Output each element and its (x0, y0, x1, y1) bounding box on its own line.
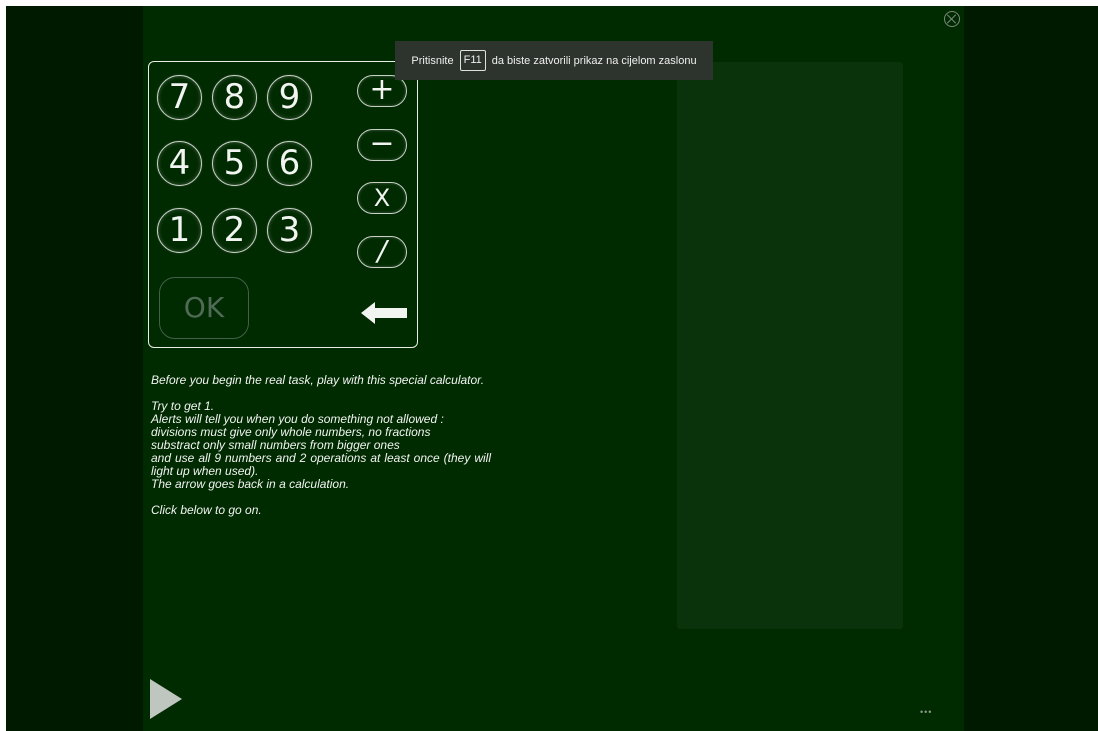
notice-prefix: Pritisnite (411, 54, 454, 67)
key-1[interactable]: 1 (157, 208, 202, 253)
f11-key-badge: F11 (459, 50, 486, 71)
left-arrow-icon[interactable] (361, 302, 409, 324)
minus-button[interactable]: − (357, 129, 407, 161)
notice-suffix: da biste zatvorili prikaz na cijelom zas… (491, 54, 697, 67)
key-8[interactable]: 8 (212, 75, 257, 120)
key-9[interactable]: 9 (267, 75, 312, 120)
more-options-button[interactable]: ••• (920, 707, 932, 717)
key-2[interactable]: 2 (212, 208, 257, 253)
key-7[interactable]: 7 (157, 75, 202, 120)
key-4[interactable]: 4 (157, 141, 202, 186)
calculator-panel: 7 8 9 4 5 6 1 2 3 + − X / OK (148, 61, 418, 348)
side-panel (677, 62, 903, 629)
ok-button[interactable]: OK (159, 277, 249, 339)
key-5[interactable]: 5 (212, 141, 257, 186)
play-icon[interactable] (150, 679, 182, 719)
key-3[interactable]: 3 (267, 208, 312, 253)
instructions-text: Before you begin the real task, play wit… (151, 374, 491, 517)
multiply-button[interactable]: X (357, 182, 407, 214)
key-6[interactable]: 6 (267, 141, 312, 186)
click-below-note: Click below to go on. (151, 503, 262, 517)
arrow-note: The arrow goes back in a calculation. (151, 477, 350, 491)
divide-button[interactable]: / (357, 236, 407, 268)
close-icon[interactable] (944, 11, 960, 27)
fullscreen-notice: Pritisnite F11 da biste zatvorili prikaz… (395, 41, 713, 80)
rule-use-all: and use all 9 numbers and 2 operations a… (151, 451, 491, 478)
instructions-intro: Before you begin the real task, play wit… (151, 373, 485, 387)
